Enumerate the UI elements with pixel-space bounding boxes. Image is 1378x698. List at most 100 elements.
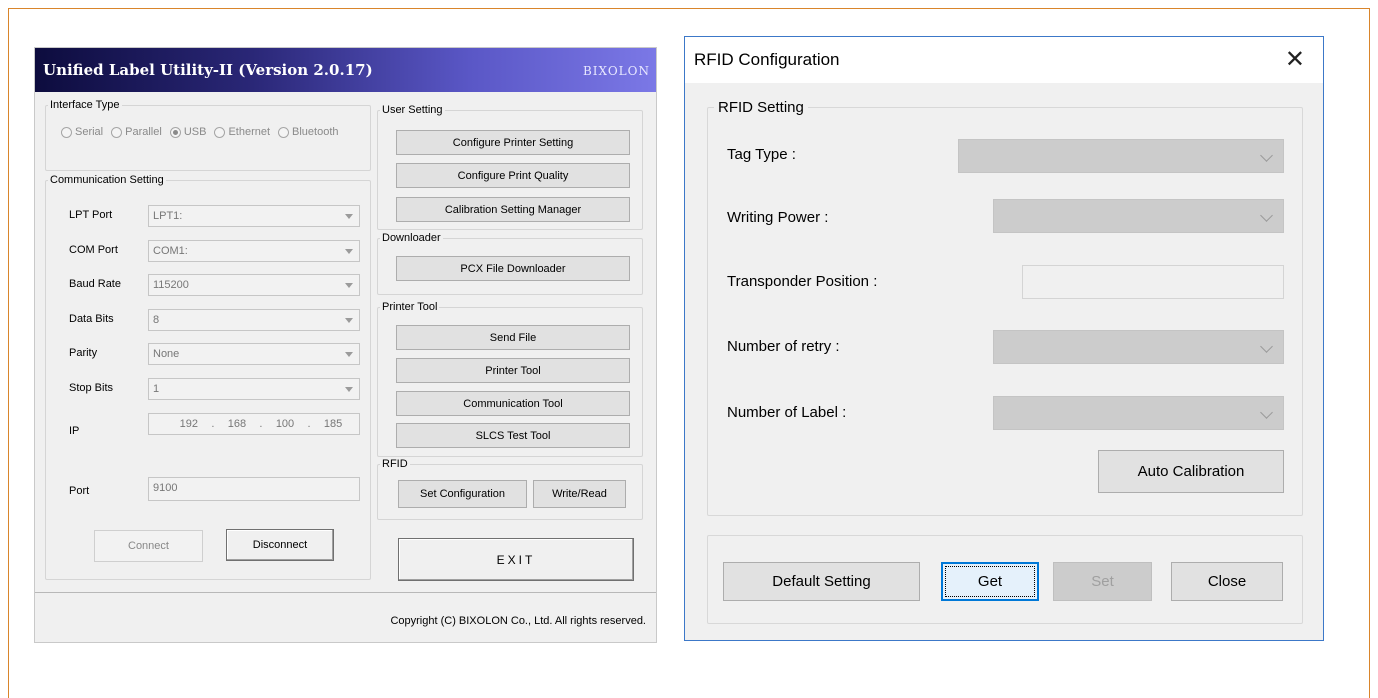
stop-bits-label: Stop Bits	[69, 382, 114, 394]
chevron-down-icon	[1260, 340, 1273, 353]
ip-octet: 100	[275, 418, 295, 430]
baud-rate-label: Baud Rate	[69, 278, 121, 290]
pcx-file-downloader-button[interactable]: PCX File Downloader	[396, 256, 630, 281]
dialog-title: RFID Configuration	[694, 50, 840, 69]
data-bits-value: 8	[153, 314, 160, 326]
com-port-label: COM Port	[69, 244, 118, 256]
communication-tool-button[interactable]: Communication Tool	[396, 391, 630, 416]
default-setting-button[interactable]: Default Setting	[723, 562, 920, 601]
parity-value: None	[153, 348, 180, 360]
dropdown-arrow-icon	[345, 249, 353, 254]
rfid-configuration-dialog: RFID Configuration ✕ RFID Setting Tag Ty…	[684, 36, 1324, 641]
port-value: 9100	[153, 482, 178, 494]
unified-label-utility-window: Unified Label Utility-II (Version 2.0.17…	[34, 47, 657, 643]
radio-button-icon	[111, 126, 123, 138]
dropdown-arrow-icon	[345, 318, 353, 323]
dropdown-arrow-icon	[345, 214, 353, 219]
number-of-label-select[interactable]	[993, 396, 1284, 430]
disconnect-button[interactable]: Disconnect	[226, 529, 334, 561]
number-of-label-label: Number of Label :	[727, 404, 847, 421]
radio-label: Bluetooth	[292, 126, 339, 138]
set-configuration-button[interactable]: Set Configuration	[398, 480, 527, 508]
com-port-select[interactable]: COM1:	[148, 240, 360, 262]
transponder-position-input[interactable]	[1022, 265, 1284, 299]
slcs-test-tool-button[interactable]: SLCS Test Tool	[396, 423, 630, 448]
send-file-button[interactable]: Send File	[396, 325, 630, 350]
radio-button-icon	[214, 126, 226, 138]
parity-select[interactable]: None	[148, 343, 360, 365]
radio-bluetooth[interactable]: Bluetooth	[278, 126, 339, 138]
ip-separator: .	[211, 418, 215, 430]
window-title: Unified Label Utility-II (Version 2.0.17…	[43, 61, 373, 79]
data-bits-select[interactable]: 8	[148, 309, 360, 331]
ip-address-field[interactable]: 192 . 168 . 100 . 185	[148, 413, 360, 435]
lpt-port-label: LPT Port	[69, 209, 113, 221]
set-button[interactable]: Set	[1053, 562, 1152, 601]
interface-radio-row: Serial Parallel USB Ethernet Bluetooth	[61, 126, 347, 138]
dropdown-arrow-icon	[345, 387, 353, 392]
radio-button-icon	[278, 126, 290, 138]
close-button[interactable]: Close	[1171, 562, 1283, 601]
ip-label: IP	[69, 425, 80, 437]
connect-button[interactable]: Connect	[94, 530, 203, 562]
chevron-down-icon	[1260, 149, 1273, 162]
lpt-port-select[interactable]: LPT1:	[148, 205, 360, 227]
rfid-setting-legend: RFID Setting	[718, 99, 804, 116]
rfid-legend: RFID	[382, 458, 408, 470]
configure-printer-setting-button[interactable]: Configure Printer Setting	[396, 130, 630, 155]
number-of-retry-select[interactable]	[993, 330, 1284, 364]
transponder-position-label: Transponder Position :	[727, 273, 878, 290]
auto-calibration-button[interactable]: Auto Calibration	[1098, 450, 1284, 493]
calibration-setting-manager-button[interactable]: Calibration Setting Manager	[396, 197, 630, 222]
baud-rate-select[interactable]: 115200	[148, 274, 360, 296]
downloader-legend: Downloader	[382, 232, 441, 244]
get-button[interactable]: Get	[941, 562, 1039, 601]
radio-label: Ethernet	[228, 126, 271, 138]
user-setting-legend: User Setting	[382, 104, 443, 116]
radio-button-selected-icon	[169, 126, 181, 138]
port-input[interactable]: 9100	[148, 477, 360, 501]
baud-rate-value: 115200	[153, 279, 189, 291]
write-read-button[interactable]: Write/Read	[533, 480, 626, 508]
printer-tool-button[interactable]: Printer Tool	[396, 358, 630, 383]
writing-power-label: Writing Power :	[727, 209, 829, 226]
data-bits-label: Data Bits	[69, 313, 114, 325]
writing-power-select[interactable]	[993, 199, 1284, 233]
communication-setting-legend: Communication Setting	[50, 174, 164, 186]
dropdown-arrow-icon	[345, 352, 353, 357]
radio-serial[interactable]: Serial	[61, 126, 103, 138]
port-label: Port	[69, 485, 90, 497]
radio-ethernet[interactable]: Ethernet	[214, 126, 270, 138]
exit-button[interactable]: EXIT	[398, 538, 634, 581]
close-icon[interactable]: ✕	[1285, 45, 1305, 74]
brand-logo: BIXOLON	[582, 64, 650, 78]
ip-octet: 192	[179, 418, 199, 430]
radio-label: Parallel	[125, 126, 162, 138]
number-of-retry-label: Number of retry :	[727, 338, 840, 355]
stop-bits-select[interactable]: 1	[148, 378, 360, 400]
tag-type-label: Tag Type :	[727, 146, 796, 163]
chevron-down-icon	[1260, 209, 1273, 222]
dialog-title-bar: RFID Configuration ✕	[685, 37, 1323, 83]
interface-type-legend: Interface Type	[50, 99, 120, 111]
lpt-port-value: LPT1:	[153, 210, 183, 222]
copyright-text: Copyright (C) BIXOLON Co., Ltd. All righ…	[390, 615, 646, 627]
ip-separator: .	[307, 418, 311, 430]
radio-label: Serial	[75, 126, 104, 138]
status-divider	[35, 592, 656, 593]
parity-label: Parity	[69, 347, 98, 359]
title-bar: Unified Label Utility-II (Version 2.0.17…	[35, 48, 656, 92]
radio-button-icon	[61, 126, 72, 138]
chevron-down-icon	[1260, 406, 1273, 419]
ip-octet: 185	[323, 418, 343, 430]
radio-usb[interactable]: USB	[169, 126, 207, 138]
radio-label: USB	[183, 126, 207, 138]
configure-print-quality-button[interactable]: Configure Print Quality	[396, 163, 630, 188]
ip-octet: 168	[227, 418, 247, 430]
tag-type-select[interactable]	[958, 139, 1284, 173]
dropdown-arrow-icon	[345, 283, 353, 288]
stop-bits-value: 1	[153, 383, 160, 395]
ip-separator: .	[259, 418, 263, 430]
printer-tool-legend: Printer Tool	[382, 301, 438, 313]
radio-parallel[interactable]: Parallel	[111, 126, 162, 138]
